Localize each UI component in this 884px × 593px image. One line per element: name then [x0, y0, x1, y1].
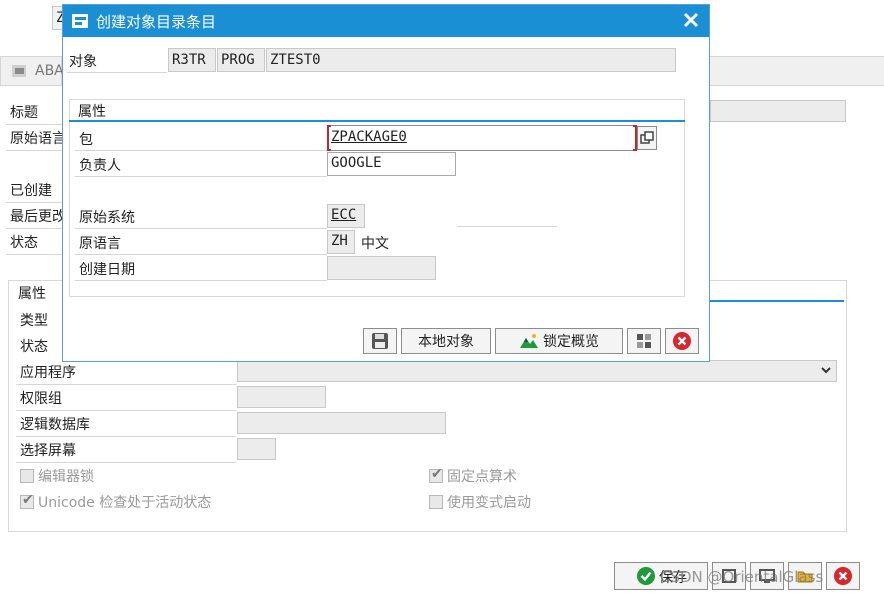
- bg-attr-header: 属性: [18, 286, 46, 302]
- object-label: 对象: [69, 54, 97, 70]
- bg-attr-accent: [710, 300, 844, 302]
- bg-panel-header-right: [710, 56, 884, 86]
- object-name-field: ZTEST0: [266, 48, 676, 72]
- unicode-check-label: Unicode 检查处于活动状态: [38, 495, 212, 511]
- cancel-icon: [673, 332, 691, 350]
- created-on-label: 创建日期: [79, 262, 135, 278]
- selection-screen-field[interactable]: [237, 438, 276, 460]
- check-icon: [637, 567, 655, 585]
- unicode-check-checkbox[interactable]: ✔: [20, 492, 34, 509]
- bg-panel-icon: [11, 64, 27, 78]
- bg-label-created: 已创建: [10, 183, 52, 199]
- created-on-field: [327, 256, 436, 280]
- orig-lang-label: 原语言: [79, 236, 121, 252]
- puzzle-button[interactable]: [627, 328, 661, 354]
- mountain-icon: [519, 333, 539, 349]
- local-object-button-label: 本地对象: [418, 334, 474, 350]
- object-name-value: ZTEST0: [270, 52, 321, 68]
- bg-label-auth-group: 权限组: [20, 391, 62, 407]
- bg-label-orig-lang: 原始语言: [10, 131, 66, 147]
- object-kind-field: PROG: [217, 48, 265, 72]
- orig-lang-field: ZH: [327, 230, 355, 254]
- bg-cancel-button[interactable]: [826, 562, 860, 590]
- orig-system-extra-line: [457, 226, 557, 227]
- package-label: 包: [79, 132, 93, 148]
- orig-lang-text: 中文: [361, 236, 389, 252]
- floppy-disk-icon: [371, 332, 389, 350]
- dialog-title: 创建对象目录条目: [96, 13, 217, 31]
- dialog-cancel-button[interactable]: [665, 328, 699, 354]
- bg-panel-header: ABA: [0, 56, 64, 86]
- orig-lang-code: ZH: [331, 233, 348, 249]
- owner-input[interactable]: GOOGLE: [327, 152, 456, 176]
- orig-system-label: 原始系统: [79, 210, 135, 226]
- editor-lock-checkbox[interactable]: [20, 469, 34, 483]
- attributes-accent-line: [69, 120, 685, 122]
- bg-label-attr-status: 状态: [20, 339, 48, 355]
- fixed-point-label: 固定点算术: [447, 469, 517, 485]
- bg-label-logical-db: 逻辑数据库: [20, 417, 90, 433]
- bg-panel-title: ABA: [35, 63, 64, 79]
- local-object-button[interactable]: 本地对象: [401, 328, 491, 354]
- cancel-icon: [834, 567, 852, 585]
- dialog-app-icon: [71, 13, 89, 29]
- bg-label-application: 应用程序: [20, 365, 76, 381]
- variant-start-checkbox[interactable]: [429, 495, 443, 509]
- object-type-value: R3TR: [172, 52, 206, 68]
- create-catalog-entry-dialog: 创建对象目录条目 对象 R3TR PROG ZTEST0 属性 包 ZPACKA…: [62, 4, 710, 362]
- watermark: CSDN @OrientalGlass: [660, 568, 824, 586]
- package-input[interactable]: ZPACKAGE0: [327, 125, 637, 151]
- owner-label: 负责人: [79, 158, 121, 174]
- bg-label-type: 类型: [20, 313, 48, 329]
- close-icon[interactable]: [681, 10, 701, 30]
- package-search-help-button[interactable]: [637, 126, 657, 150]
- lock-overview-button[interactable]: 锁定概览: [495, 328, 623, 354]
- variant-start-label: 使用变式启动: [447, 495, 531, 511]
- bg-label-title: 标题: [10, 105, 38, 121]
- bg-label-status: 状态: [10, 235, 38, 251]
- package-value: ZPACKAGE0: [331, 129, 407, 145]
- attributes-group-title: 属性: [78, 104, 106, 120]
- chevron-down-icon: [820, 363, 832, 377]
- auth-group-field[interactable]: [237, 386, 326, 408]
- bg-title-field[interactable]: [710, 100, 846, 122]
- bg-label-selection-screen: 选择屏幕: [20, 443, 76, 459]
- logical-db-field[interactable]: [237, 412, 446, 434]
- dialog-save-button[interactable]: [363, 328, 397, 354]
- object-kind-value: PROG: [221, 52, 255, 68]
- dialog-titlebar: 创建对象目录条目: [63, 5, 709, 37]
- fixed-point-checkbox[interactable]: ✔: [429, 466, 443, 483]
- bg-label-last-changed: 最后更改: [10, 209, 66, 225]
- application-select[interactable]: [237, 360, 837, 382]
- object-type-field: R3TR: [168, 48, 216, 72]
- puzzle-icon: [635, 332, 653, 350]
- search-help-icon: [640, 131, 654, 145]
- owner-value: GOOGLE: [331, 155, 382, 171]
- lock-overview-button-label: 锁定概览: [543, 334, 599, 350]
- orig-system-field: ECC: [327, 204, 365, 228]
- orig-system-value: ECC: [331, 207, 357, 223]
- editor-lock-label: 编辑器锁: [38, 469, 94, 485]
